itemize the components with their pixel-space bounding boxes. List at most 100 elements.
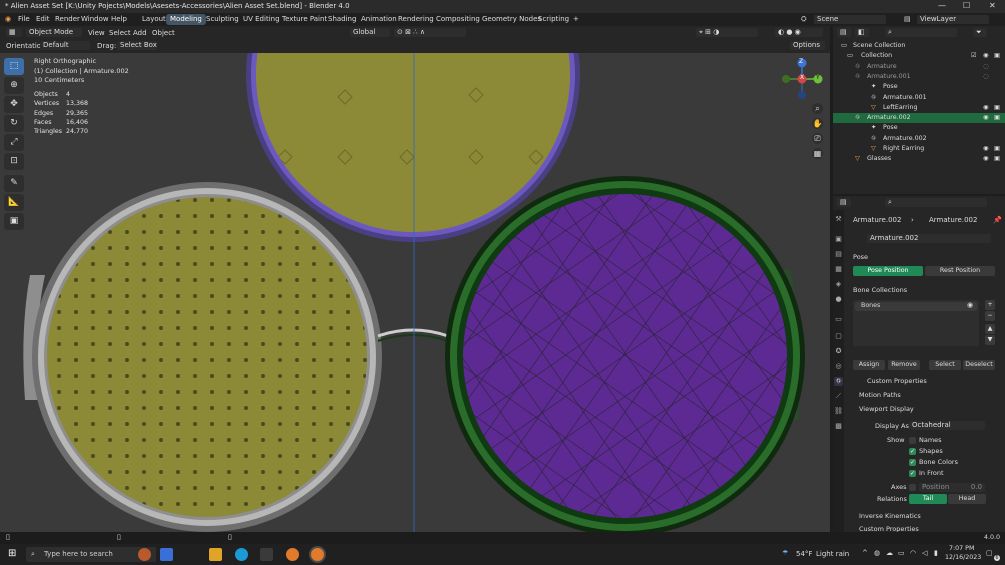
properties-editor-type-icon[interactable]: ▤ [837,198,851,207]
texture-tab-icon[interactable]: ▩ [834,422,843,431]
motion-paths-section[interactable]: Motion Paths [859,391,901,399]
clock-time[interactable]: 7:07 PM [949,545,974,552]
mode-selector[interactable]: Object Mode [26,28,82,37]
display-as-dropdown[interactable]: Octahedral [909,421,985,430]
physics-tab-icon[interactable]: ◎ [834,362,843,371]
move-tool-icon[interactable]: ✥ [4,96,24,113]
properties-search-icon[interactable]: ⌕ [885,198,987,207]
eye-icon[interactable]: ◌ [983,62,989,72]
eye-icon[interactable]: ◉ [983,154,989,164]
tray-cloud-icon[interactable]: ☁ [886,549,893,557]
windows-start-icon[interactable]: ⊞ [8,548,16,559]
workspace-tab-scripting[interactable]: Scripting [534,14,573,25]
add-workspace-button[interactable]: + [569,14,583,25]
move-down-icon[interactable]: ▼ [985,335,995,345]
scene-tab-icon[interactable]: ◈ [834,280,843,289]
pose-position-button[interactable]: Pose Position [853,266,923,276]
measure-tool-icon[interactable]: 📐 [4,194,24,211]
workspace-tab-shading[interactable]: Shading [324,14,360,25]
eye-icon[interactable]: ◉ [983,113,989,123]
eye-icon[interactable]: ◌ [983,72,989,82]
outliner-row[interactable]: ⛗ Armature ◌ [833,62,1005,72]
outliner-row[interactable]: ▽ Glasses ◉ ▣ [833,154,1005,164]
workspace-tab-modeling[interactable]: Modeling [166,14,206,25]
zoom-icon[interactable]: ⌕ [812,103,823,114]
pan-hand-icon[interactable]: ✋ [812,118,823,129]
annotate-tool-icon[interactable]: ✎ [4,175,24,192]
shading-mode-buttons[interactable]: ◐ ● ◉ [775,28,823,37]
bone-constraint-tab-icon[interactable]: ⛓ [834,407,843,416]
outliner-row[interactable]: ▭ Scene Collection [833,41,1005,51]
viewport-menu-add[interactable]: Add [133,29,147,37]
bone-collections-header[interactable]: Bone Collections [853,286,907,294]
snapping-controls[interactable]: ⊙ ⊠ ∴ ∧ [394,28,466,37]
object-tab-icon[interactable]: ▢ [834,332,843,341]
inverse-kinematics-section[interactable]: Inverse Kinematics [859,512,921,520]
football-widget-icon[interactable] [138,548,151,561]
camera-view-icon[interactable]: ⎚ [812,133,823,144]
outliner-search-icon[interactable]: ⌕ [885,28,957,37]
assign-button[interactable]: Assign [853,360,885,370]
outliner-row[interactable]: ▽ LeftEarring ◉ ▣ [833,103,1005,113]
outliner-row[interactable]: ⛗ Armature.001 [833,93,1005,103]
menu-file[interactable]: File [18,15,30,23]
move-up-icon[interactable]: ▲ [985,324,995,334]
axes-checkbox[interactable] [909,484,916,491]
edge-browser-icon[interactable] [235,548,248,561]
notification-icon[interactable]: ▢ [986,549,993,557]
minimize-button[interactable]: — [938,1,946,10]
cursor-tool-icon[interactable]: ⊕ [4,77,24,94]
close-button[interactable]: ✕ [989,1,996,10]
outliner-row[interactable]: ▭ Collection ☑ ◉ ▣ [833,51,1005,61]
viewport-menu-object[interactable]: Object [152,29,175,37]
viewlayer-selector[interactable]: ViewLayer [917,15,989,24]
blender-logo-icon[interactable]: ◉ [5,15,11,23]
outliner-row[interactable]: ✦ Pose [833,123,1005,133]
eye-icon[interactable]: ◉ [983,103,989,113]
viewport-menu-view[interactable]: View [88,29,105,37]
outliner-row-selected[interactable]: ⛗ Armature.002 ◉ ▣ [833,113,1005,124]
camera-icon[interactable]: ▣ [994,113,1000,123]
relations-head-button[interactable]: Head [948,494,986,504]
outliner-row[interactable]: ▽ Right Earring ◉ ▣ [833,144,1005,154]
editor-type-icon[interactable]: ▦ [6,28,22,37]
camera-icon[interactable]: ▣ [994,103,1000,113]
remove-button[interactable]: Remove [888,360,920,370]
viewport-display-section[interactable]: Viewport Display [859,405,914,413]
blender-active-taskbar-icon[interactable] [311,548,324,561]
clock-date[interactable]: 12/16/2023 [945,554,981,561]
in-front-checkbox[interactable]: ✓ [909,470,916,477]
rest-position-button[interactable]: Rest Position [925,266,995,276]
render-tab-icon[interactable]: ▣ [834,235,843,244]
scale-tool-icon[interactable]: ⤢ [4,134,24,151]
outliner-row[interactable]: ✦ Pose [833,82,1005,92]
custom-properties-subsection[interactable]: Custom Properties [867,377,927,385]
tray-battery-icon[interactable]: ▮ [934,549,938,557]
ortho-grid-icon[interactable]: ▦ [812,148,823,159]
collection-tab-icon[interactable]: ▭ [834,315,843,324]
bone-collections-list[interactable]: Bones ◉ [853,300,979,346]
workspace-tab-uv-editing[interactable]: UV Editing [239,14,284,25]
tray-arrow-icon[interactable]: ^ [862,549,868,557]
tray-volume-icon[interactable]: ◁ [922,549,927,557]
armature-data-name-field[interactable]: Armature.002 [867,234,991,243]
checkbox-icon[interactable]: ☑ [971,51,977,61]
tray-network-icon[interactable]: ◍ [874,549,880,557]
tool-tab-icon[interactable]: ⚒ [834,215,843,224]
maximize-button[interactable]: ☐ [963,1,970,10]
rotate-tool-icon[interactable]: ↻ [4,115,24,132]
shapes-checkbox[interactable]: ✓ [909,448,916,455]
menu-window[interactable]: Window [81,15,109,23]
select-button[interactable]: Select [929,360,961,370]
pose-section-header[interactable]: Pose [853,253,868,261]
outliner-row[interactable]: ⛗ Armature.002 [833,134,1005,144]
outliner-editor-type-icon[interactable]: ▤ [837,28,851,37]
add-cube-tool-icon[interactable]: ▣ [4,213,24,230]
relations-tail-button[interactable]: Tail [909,494,947,504]
deselect-button[interactable]: Deselect [963,360,995,370]
task-view-icon[interactable] [160,548,173,561]
eye-icon[interactable]: ◉ [983,51,989,61]
world-tab-icon[interactable]: ● [834,295,843,304]
output-tab-icon[interactable]: ▤ [834,250,843,259]
bone-colors-checkbox[interactable]: ✓ [909,459,916,466]
